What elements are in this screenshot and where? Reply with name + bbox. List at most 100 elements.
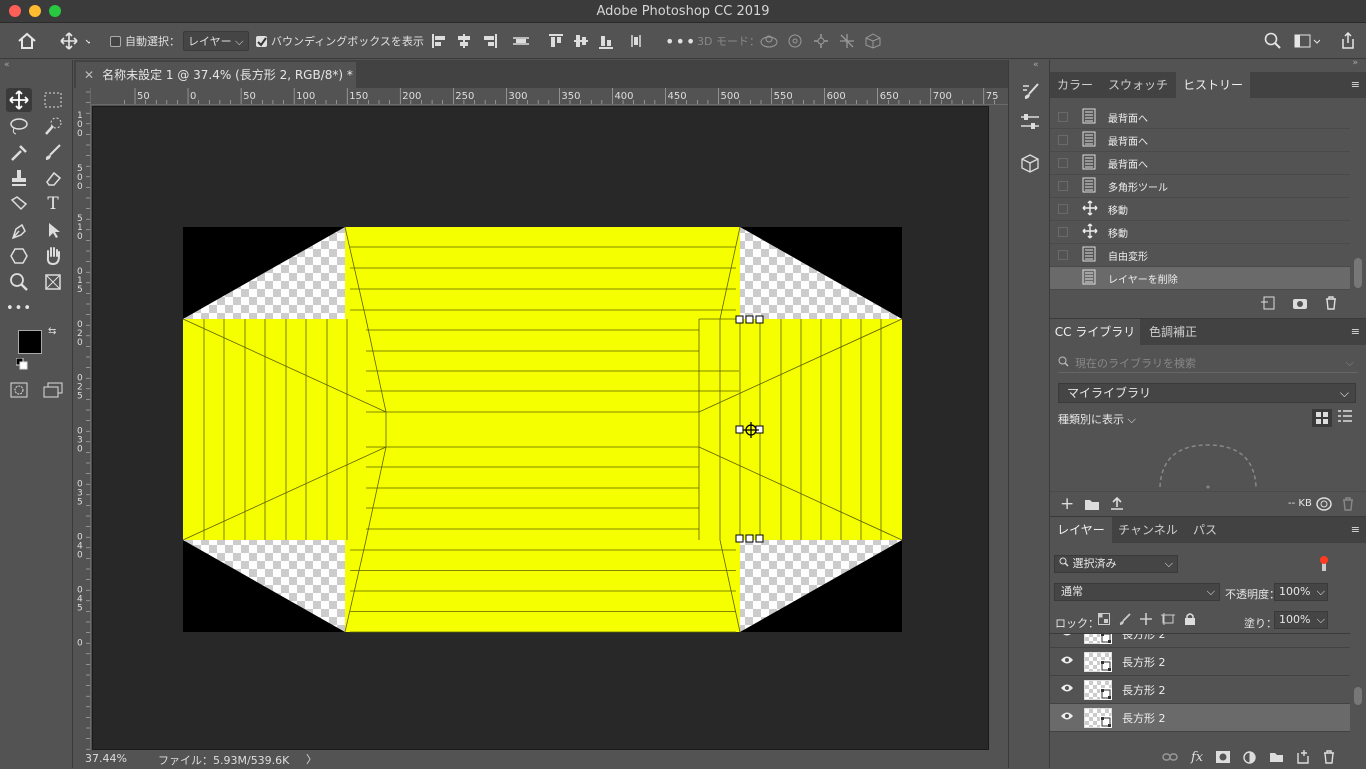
panel-menu-icon[interactable]: ≡ (1351, 78, 1360, 91)
path-selection-tool[interactable] (40, 218, 66, 242)
eye-icon[interactable] (1052, 634, 1082, 640)
close-window-button[interactable] (9, 5, 21, 17)
lasso-tool[interactable] (6, 114, 32, 138)
list-view-icon[interactable] (1338, 409, 1352, 426)
stamp-tool[interactable] (6, 166, 32, 190)
new-document-from-state-icon[interactable] (1260, 296, 1276, 310)
move-tool-preset-icon[interactable] (60, 23, 90, 59)
tab-history[interactable]: ヒストリー (1176, 72, 1250, 98)
brush-tool[interactable] (40, 140, 66, 164)
history-snapshot-checkbox[interactable] (1058, 273, 1068, 283)
library-search-input[interactable]: 現在のライブラリを検索 ⌵ (1058, 353, 1358, 373)
frame-tool[interactable] (40, 270, 66, 294)
brush-settings-icon[interactable] (1019, 82, 1041, 105)
eye-icon[interactable] (1052, 655, 1082, 668)
align-bottom-icon[interactable] (598, 33, 615, 49)
move-tool[interactable] (6, 88, 32, 112)
collapse-toolbar-icon[interactable]: « (4, 60, 69, 70)
screen-mode-icon[interactable] (40, 378, 66, 402)
new-group-icon[interactable] (1269, 751, 1284, 763)
fill-field[interactable]: 100% ⌵ (1274, 611, 1328, 629)
adjustment-layer-icon[interactable] (1243, 750, 1256, 764)
pen-tool[interactable] (6, 218, 32, 242)
layer-row[interactable]: 長方形 2 (1050, 634, 1350, 648)
history-state[interactable]: 最背面へ (1050, 152, 1350, 175)
history-state[interactable]: レイヤーを削除 (1050, 267, 1350, 290)
auto-select-target-dropdown[interactable]: レイヤー ⌵ (183, 31, 249, 51)
more-options-icon[interactable]: ••• (665, 23, 696, 59)
adjustments-icon[interactable] (1019, 112, 1041, 135)
history-state[interactable]: 多角形ツール (1050, 175, 1350, 198)
close-tab-icon[interactable]: ✕ (84, 68, 94, 82)
history-snapshot-checkbox[interactable] (1058, 181, 1068, 191)
blend-mode-dropdown[interactable]: 通常 ⌵ (1054, 583, 1220, 601)
eye-icon[interactable] (1052, 683, 1082, 696)
gradient-tool[interactable] (6, 192, 32, 216)
add-mask-icon[interactable] (1216, 751, 1231, 763)
align-horizontal-center-icon[interactable] (456, 33, 473, 49)
align-top-icon[interactable] (548, 33, 565, 49)
panel-menu-icon[interactable]: ≡ (1351, 523, 1360, 536)
view-by-dropdown[interactable]: 種類別に表示 ⌵ (1058, 411, 1136, 427)
minimize-window-button[interactable] (29, 5, 41, 17)
align-left-icon[interactable] (431, 33, 448, 49)
panel-menu-icon[interactable]: ≡ (1351, 325, 1360, 338)
auto-select-checkbox[interactable]: 自動選択： (110, 23, 180, 59)
folder-icon[interactable] (1084, 498, 1100, 511)
align-vertical-center-icon[interactable] (573, 33, 590, 49)
delete-layer-icon[interactable] (1323, 750, 1335, 764)
history-state[interactable]: 移動 (1050, 221, 1350, 244)
lock-position-icon[interactable] (1140, 613, 1152, 625)
quick-selection-tool[interactable] (40, 114, 66, 138)
layers-scrollbar[interactable] (1354, 687, 1362, 705)
lock-transparent-icon[interactable] (1098, 613, 1110, 625)
lock-all-icon[interactable] (1184, 613, 1196, 625)
distribute-icon[interactable] (510, 33, 532, 49)
eyedropper-tool[interactable] (6, 140, 32, 164)
document-tab[interactable]: ✕ 名称未設定 1 @ 37.4% (長方形 2, RGB/8*) * (76, 62, 356, 88)
distribute-vertical-icon[interactable] (627, 33, 647, 49)
tab-adjustments[interactable]: 色調補正 (1142, 319, 1204, 345)
tab-cc-libraries[interactable]: CC ライブラリ (1050, 319, 1140, 345)
layer-filter-dropdown[interactable]: 選択済み ⌵ (1054, 555, 1178, 573)
filter-toggle[interactable] (1320, 555, 1328, 571)
default-colors-icon[interactable] (15, 357, 28, 373)
shape-tool[interactable] (6, 244, 32, 268)
lock-artboard-icon[interactable] (1161, 613, 1175, 625)
lock-pixels-icon[interactable] (1119, 613, 1131, 625)
history-snapshot-checkbox[interactable] (1058, 204, 1068, 214)
tab-color[interactable]: カラー (1050, 72, 1100, 98)
tab-paths[interactable]: パス (1184, 517, 1226, 543)
home-icon[interactable] (17, 23, 37, 59)
history-state[interactable]: 最背面へ (1050, 129, 1350, 152)
artwork[interactable] (93, 107, 990, 751)
history-snapshot-checkbox[interactable] (1058, 158, 1068, 168)
3d-scale-icon[interactable] (864, 33, 882, 49)
library-select[interactable]: マイライブラリ ⌵ (1058, 383, 1356, 403)
document-canvas[interactable] (92, 106, 989, 750)
3d-orbit-icon[interactable] (760, 33, 778, 49)
zoom-window-button[interactable] (49, 5, 61, 17)
align-right-icon[interactable] (481, 33, 498, 49)
foreground-color-swatch[interactable] (18, 330, 42, 354)
add-content-icon[interactable]: + (1060, 494, 1074, 514)
3d-slide-icon[interactable] (838, 33, 856, 49)
layer-row[interactable]: 長方形 2 (1050, 648, 1350, 676)
status-menu-arrow-icon[interactable]: 〉 (306, 751, 317, 767)
snapshot-icon[interactable] (1292, 296, 1308, 310)
creative-cloud-sync-icon[interactable] (1316, 497, 1332, 511)
quick-mask-icon[interactable] (6, 378, 32, 402)
new-layer-icon[interactable] (1297, 750, 1310, 764)
history-state[interactable]: 移動 (1050, 198, 1350, 221)
share-icon[interactable] (1340, 23, 1356, 59)
layer-row[interactable]: 長方形 2 (1050, 704, 1350, 732)
link-layers-icon[interactable] (1162, 752, 1178, 762)
upload-icon[interactable] (1110, 497, 1124, 511)
zoom-level[interactable]: 37.44% (85, 752, 127, 765)
vertical-ruler[interactable]: 1005005100150200250300350400450 (74, 88, 91, 750)
history-snapshot-checkbox[interactable] (1058, 112, 1068, 122)
layer-effects-icon[interactable]: fx (1191, 750, 1203, 765)
eye-icon[interactable] (1052, 711, 1082, 724)
horizontal-ruler[interactable]: 50 0 50 100 150 200 250 300 350 400 450 500 550 600 65… (91, 88, 1008, 105)
tab-channels[interactable]: チャンネル (1112, 517, 1184, 543)
